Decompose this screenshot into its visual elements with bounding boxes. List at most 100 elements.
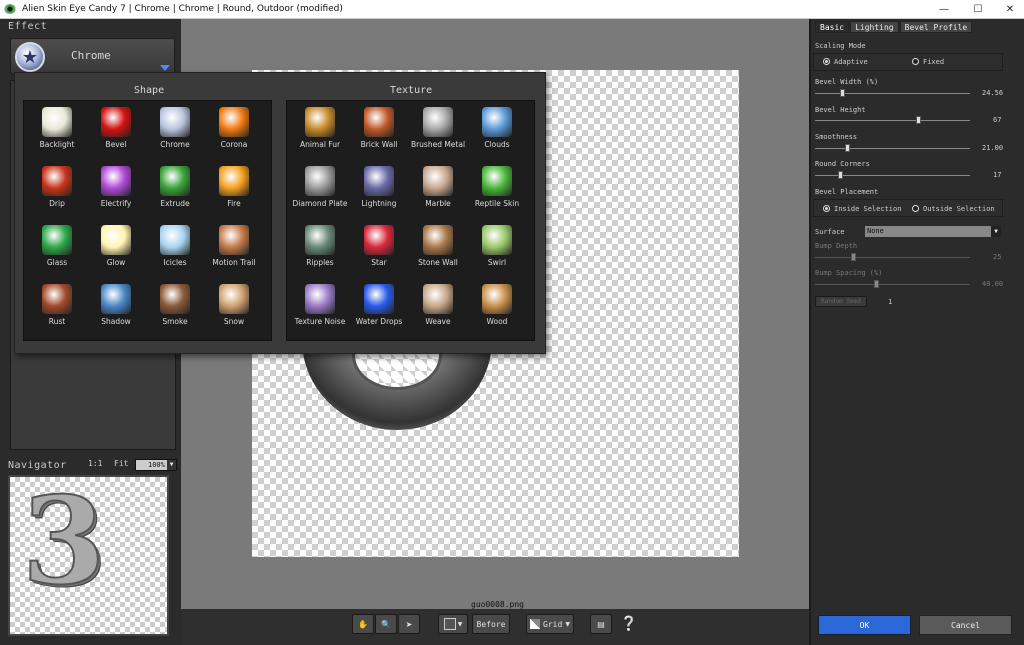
texture-item[interactable]: Ripples <box>291 221 349 277</box>
round-corners-slider[interactable] <box>815 171 970 179</box>
texture-item[interactable]: Texture Noise <box>291 280 349 336</box>
close-button[interactable]: ✕ <box>994 0 1024 19</box>
texture-item[interactable]: Swirl <box>468 221 526 277</box>
shape-item[interactable]: Extrude <box>146 162 204 218</box>
bevel-width-label: Bevel Width (%) <box>815 78 879 86</box>
ok-button[interactable]: OK <box>818 615 911 635</box>
tab-lighting[interactable]: Lighting <box>850 21 899 33</box>
bump-depth-value[interactable]: 25 <box>993 253 1001 261</box>
slider-thumb[interactable] <box>838 171 844 179</box>
texture-item[interactable]: Animal Fur <box>291 103 349 159</box>
texture-item[interactable]: Lightning <box>350 162 408 218</box>
texture-item[interactable]: Star <box>350 221 408 277</box>
outside-selection-radio[interactable] <box>912 205 919 212</box>
texture-item[interactable]: Reptile Skin <box>468 162 526 218</box>
adaptive-label: Adaptive <box>834 58 868 66</box>
grid-button[interactable]: Grid ▼ <box>526 614 574 634</box>
shape-item[interactable]: Corona <box>205 103 263 159</box>
shape-item-label: Chrome <box>160 140 190 149</box>
texture-item[interactable]: Weave <box>409 280 467 336</box>
bump-spacing-value[interactable]: 40.00 <box>982 280 1003 288</box>
navigator-preview[interactable]: 3 <box>8 475 169 636</box>
maximize-button[interactable]: ☐ <box>962 0 994 19</box>
shape-item[interactable]: Smoke <box>146 280 204 336</box>
tab-basic[interactable]: Basic <box>815 21 850 33</box>
texture-item[interactable]: Stone Wall <box>409 221 467 277</box>
shape-item-label: Drip <box>49 199 65 208</box>
document-icon: ▤ <box>597 619 605 629</box>
hand-tool-button[interactable]: ✋ <box>352 614 374 634</box>
slider-thumb[interactable] <box>850 253 856 261</box>
random-seed-button[interactable]: Random Seed <box>815 296 867 307</box>
zoom-fit-button[interactable]: Fit <box>114 459 128 468</box>
texture-item[interactable]: Brick Wall <box>350 103 408 159</box>
slider-thumb[interactable] <box>839 89 845 97</box>
app-window: Alien Skin Eye Candy 7 | Chrome | Chrome… <box>0 0 1024 645</box>
texture-item[interactable]: Water Drops <box>350 280 408 336</box>
bevel-height-slider[interactable] <box>815 116 970 124</box>
weave-icon <box>423 284 453 314</box>
bevel-height-value[interactable]: 67 <box>993 116 1001 124</box>
bevel-height-label: Bevel Height <box>815 106 866 114</box>
shape-item[interactable]: Icicles <box>146 221 204 277</box>
zoom-tool-button[interactable]: 🔍 <box>375 614 397 634</box>
shape-item[interactable]: Electrify <box>87 162 145 218</box>
smoothness-slider[interactable] <box>815 144 970 152</box>
minimize-button[interactable]: — <box>928 0 960 19</box>
shape-item[interactable]: Rust <box>28 280 86 336</box>
shape-item[interactable]: Snow <box>205 280 263 336</box>
adaptive-radio[interactable] <box>823 58 830 65</box>
presets-button[interactable]: ▤ <box>590 614 612 634</box>
shape-item-label: Extrude <box>160 199 190 208</box>
round-corners-value[interactable]: 17 <box>993 171 1001 179</box>
random-seed-value[interactable]: 1 <box>888 298 892 306</box>
bevel-width-value[interactable]: 24.56 <box>982 89 1003 97</box>
inside-selection-label: Inside Selection <box>834 205 902 213</box>
surface-value: None <box>867 227 884 235</box>
shape-item[interactable]: Chrome <box>146 103 204 159</box>
bevel-width-slider[interactable] <box>815 89 970 97</box>
surface-select[interactable]: None ▼ <box>865 226 1001 237</box>
tab-bevel-profile[interactable]: Bevel Profile <box>899 21 973 33</box>
texture-item[interactable]: Wood <box>468 280 526 336</box>
app-logo-icon <box>4 4 16 14</box>
shape-item[interactable]: Backlight <box>28 103 86 159</box>
drip-icon <box>42 166 72 196</box>
shape-item[interactable]: Glass <box>28 221 86 277</box>
chrome-effect-icon: ★ <box>15 42 45 72</box>
help-icon: ❔ <box>620 616 638 632</box>
texture-item[interactable]: Clouds <box>468 103 526 159</box>
texture-item[interactable]: Marble <box>409 162 467 218</box>
shape-item[interactable]: Bevel <box>87 103 145 159</box>
inside-selection-radio[interactable] <box>823 205 830 212</box>
effect-selector-button[interactable]: ★ Chrome <box>10 38 175 74</box>
pointer-tool-button[interactable]: ➤ <box>398 614 420 634</box>
texture-item[interactable]: Brushed Metal <box>409 103 467 159</box>
fixed-radio[interactable] <box>912 58 919 65</box>
smoothness-value[interactable]: 21.00 <box>982 144 1003 152</box>
shape-item[interactable]: Drip <box>28 162 86 218</box>
help-button[interactable]: ❔ <box>616 614 642 634</box>
shape-item[interactable]: Fire <box>205 162 263 218</box>
settings-tabs: Basic Lighting Bevel Profile <box>815 21 973 33</box>
scaling-mode-label: Scaling Mode <box>815 42 866 50</box>
zoom-select[interactable]: 100% ▼ <box>135 459 177 471</box>
slider-thumb[interactable] <box>844 144 850 152</box>
chevron-down-icon: ▼ <box>991 226 1001 237</box>
bump-depth-slider[interactable] <box>815 253 970 261</box>
corona-icon <box>219 107 249 137</box>
before-button[interactable]: Before <box>472 614 510 634</box>
shape-item[interactable]: Shadow <box>87 280 145 336</box>
slider-thumb[interactable] <box>874 280 879 288</box>
effect-picker-popup: Shape Texture Backlight Bevel Chrome Corona… <box>14 72 546 354</box>
shape-item[interactable]: Glow <box>87 221 145 277</box>
slider-thumb[interactable] <box>915 116 921 124</box>
star-icon <box>364 225 394 255</box>
shape-item-label: Motion Trail <box>212 258 256 267</box>
shape-item[interactable]: Motion Trail <box>205 221 263 277</box>
zoom-1to1-button[interactable]: 1:1 <box>88 459 102 468</box>
cancel-button[interactable]: Cancel <box>919 615 1012 635</box>
bump-spacing-slider[interactable] <box>815 280 970 288</box>
texture-item[interactable]: Diamond Plate <box>291 162 349 218</box>
background-color-button[interactable]: ▼ <box>438 614 468 634</box>
